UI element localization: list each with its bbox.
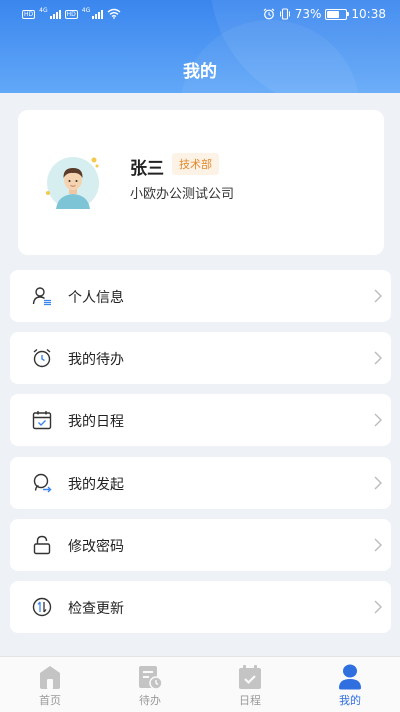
menu-item-label: 我的待办 [68, 352, 124, 368]
menu-item-change-password[interactable]: 修改密码 [10, 519, 391, 571]
header-bar: HD 4G HD 4G 73% 10:38 我的 [0, 0, 400, 93]
chevron-right-icon [374, 538, 382, 552]
battery-level [327, 10, 340, 18]
menu-item-label: 我的日程 [68, 414, 124, 430]
chevron-right-icon [374, 413, 382, 427]
person-info-icon [32, 287, 51, 306]
network-label: 4G [39, 7, 48, 14]
vibrate-icon [279, 8, 290, 20]
todo-icon [139, 666, 162, 690]
menu-item-label: 修改密码 [68, 539, 124, 555]
menu-item-my-schedule[interactable]: 我的日程 [10, 394, 391, 446]
menu-item-label: 检查更新 [68, 601, 124, 617]
tab-schedule[interactable]: 日程 [200, 657, 300, 712]
chevron-right-icon [374, 476, 382, 490]
menu-item-label: 我的发起 [68, 477, 124, 493]
battery-icon [325, 8, 350, 20]
profile-card[interactable]: 张三 技术部 小欧办公测试公司 [18, 110, 384, 255]
bottom-tab-bar: 首页 待办 日程 我的 [0, 656, 400, 712]
calendar-icon [32, 411, 52, 430]
network-label: 4G [81, 7, 91, 14]
user-forward-icon [33, 473, 52, 493]
status-time: 10:38 [351, 7, 386, 21]
wifi-icon [107, 8, 121, 19]
hd-badge: HD [64, 10, 78, 19]
tab-home[interactable]: 首页 [0, 657, 100, 712]
department-badge: 技术部 [172, 153, 219, 175]
company-name: 小欧办公测试公司 [130, 187, 235, 202]
chevron-right-icon [374, 351, 382, 365]
chevron-right-icon [374, 289, 382, 303]
page-title: 我的 [183, 62, 217, 82]
schedule-icon [239, 665, 261, 689]
status-bar: HD 4G HD 4G 73% 10:38 [0, 0, 400, 30]
user-name: 张三 [130, 159, 164, 179]
tab-profile[interactable]: 我的 [300, 657, 400, 712]
tab-label: 日程 [239, 694, 261, 707]
avatar [46, 157, 99, 209]
signal-icon [92, 7, 104, 19]
menu-item-my-todo[interactable]: 我的待办 [10, 332, 391, 384]
menu-item-label: 个人信息 [68, 290, 124, 306]
battery-percent: 73% [294, 7, 322, 21]
tab-label: 首页 [39, 694, 61, 707]
profile-icon [339, 664, 361, 690]
hd-badge: HD [22, 10, 36, 19]
home-icon [40, 666, 60, 689]
alarm-icon [263, 8, 275, 20]
tab-label: 我的 [339, 694, 361, 707]
menu-item-my-initiated[interactable]: 我的发起 [10, 457, 391, 509]
signal-icon [49, 7, 61, 19]
tab-todo[interactable]: 待办 [100, 657, 200, 712]
chevron-right-icon [374, 600, 382, 614]
menu-item-check-update[interactable]: 检查更新 [10, 581, 391, 633]
lock-icon [33, 535, 51, 555]
menu-item-personal-info[interactable]: 个人信息 [10, 270, 391, 322]
tab-label: 待办 [139, 694, 161, 707]
update-icon [32, 597, 52, 617]
alarm-clock-icon [33, 348, 51, 368]
